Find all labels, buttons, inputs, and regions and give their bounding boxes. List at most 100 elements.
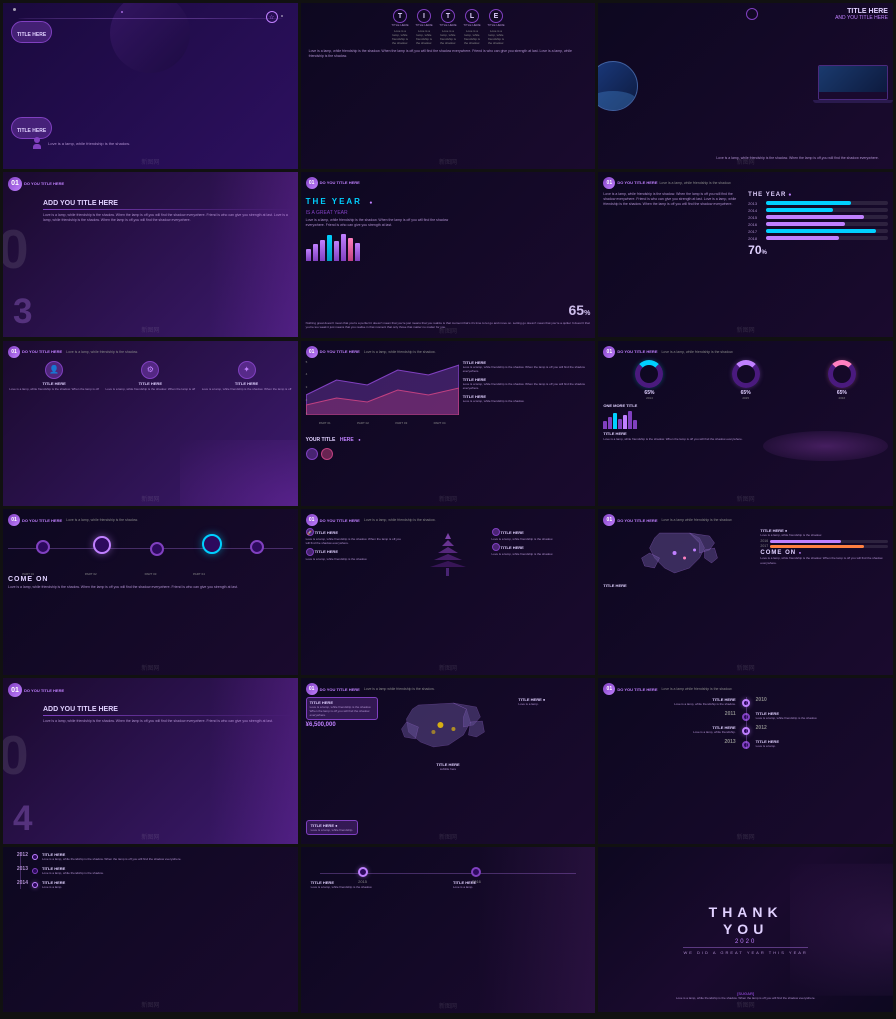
timeline-right-16: 2012 TITLE HERE Love is a lamp, while fr… bbox=[8, 852, 293, 890]
big-three: 3 bbox=[13, 292, 32, 332]
donut-2015: 65% 2015 bbox=[700, 360, 792, 400]
watermark-10: 新图网 bbox=[141, 663, 159, 672]
watermark-13: 新图网 bbox=[141, 832, 159, 841]
section-num-11: 01 DO YOU TITLE HERE Love is a lamp, whi… bbox=[306, 514, 591, 526]
slide-5: 01 DO YOU TITLE HERE THE YEAR ● IS A GRE… bbox=[301, 172, 596, 338]
watermark-17: 新图网 bbox=[439, 1001, 457, 1010]
right-items: TITLE HERE Love is a lamp, while friends… bbox=[492, 528, 591, 576]
watermark-5: 新图网 bbox=[439, 326, 457, 335]
section-badge-13: 01 DO YOU TITLE HERE bbox=[8, 683, 64, 697]
slide9-footer: TITLE HERE Love is a lamp, while friends… bbox=[603, 431, 888, 461]
tree-pyramid bbox=[408, 528, 487, 576]
slide-12: 01 DO YOU TITLE HERE Love is a lamp whil… bbox=[598, 509, 893, 675]
slide-11: 01 DO YOU TITLE HERE Love is a lamp, whi… bbox=[301, 509, 596, 675]
watermark-9: 新图网 bbox=[737, 494, 755, 503]
percent-65: 65% bbox=[569, 302, 591, 318]
slide14-right: TITLE HERE ● Love is a lamp. bbox=[518, 697, 590, 771]
slide3-titles: TITLE HERE AND YOU TITLE HERE bbox=[835, 8, 888, 21]
node-chart: PART 01 PART 02 PART 03 PART 04 bbox=[8, 528, 293, 568]
slide11-content: 🚀 TITLE HERE Love is a lamp, while frien… bbox=[306, 528, 591, 576]
watermark-7: 新图网 bbox=[141, 494, 159, 503]
star-2 bbox=[281, 15, 283, 17]
watermark-15: 新图网 bbox=[737, 832, 755, 841]
slide-14: 01 DO YOU TITLE HERE Love is a lamp whil… bbox=[301, 678, 596, 844]
progress-2014: 2014 bbox=[748, 208, 888, 213]
watermark-16: 新图网 bbox=[141, 1000, 159, 1009]
big-four: 4 bbox=[13, 799, 32, 839]
icon-item-1: 👤 TITLE HERE Love is a lamp, while frien… bbox=[8, 361, 100, 391]
icon-top-right: ☆ bbox=[266, 11, 278, 23]
wave-bg-7 bbox=[180, 440, 298, 506]
slide1-subtitle: Love is a lamp, while friendship is the … bbox=[48, 141, 293, 147]
donut-2016: 65% 2016 bbox=[796, 360, 888, 400]
slide14-layout: TITLE HERE Love is a lamp, while friends… bbox=[306, 697, 591, 771]
year-subtitle: IS A GREAT YEAR bbox=[306, 210, 591, 216]
slide12-content: TITLE HERE TITLE HERE ● Love is a lamp, … bbox=[603, 528, 888, 588]
progress-2017: 2017 bbox=[748, 229, 888, 234]
laptop-mockup bbox=[818, 65, 888, 107]
slide-9: 01 DO YOU TITLE HERE Love is a lamp, whi… bbox=[598, 341, 893, 507]
percent-70: 70% bbox=[748, 243, 888, 257]
person-icon-1 bbox=[33, 137, 41, 149]
progress-2016: 2016 bbox=[748, 222, 888, 227]
watermark-3: 新图网 bbox=[737, 157, 755, 166]
slide-10: 01 DO YOU TITLE HERE Love is a lamp, whi… bbox=[3, 509, 298, 675]
letter-row: T TITLE HERE Love is a lamp, while frien… bbox=[309, 9, 588, 45]
slide6-left: Love is a lamp, while friendship is the … bbox=[603, 192, 743, 257]
section-num-10: 01 DO YOU TITLE HERE Love is a lamp, whi… bbox=[8, 514, 293, 526]
title-pill-2: TITLE HERE bbox=[11, 117, 52, 139]
section-num-9: 01 DO YOU TITLE HERE Love is a lamp, whi… bbox=[603, 346, 888, 358]
slide8-right: TITLE HERE Love is a lamp, while friends… bbox=[463, 360, 591, 460]
section-num-15: 01 DO YOU TITLE HERE Love is a lamp whil… bbox=[603, 683, 888, 695]
watermark-6: 新图网 bbox=[737, 325, 755, 334]
watermark-11: 新图网 bbox=[439, 663, 457, 672]
donut-2014: 65% 2014 bbox=[603, 360, 695, 400]
wave-decor-17 bbox=[477, 847, 595, 1013]
slide-17: 2015 2016 TITLE HERE Love is a lamp, whi… bbox=[301, 847, 596, 1013]
slide-3: TITLE HERE AND YOU TITLE HERE Love is a … bbox=[598, 3, 893, 169]
slide6-content: Love is a lamp, while friendship is the … bbox=[603, 192, 888, 257]
slide-1: TITLE HERE TITLE HERE ☆ Love is a lamp, … bbox=[3, 3, 298, 169]
icon-item-3: ✦ TITLE HERE Love is a lamp, while frien… bbox=[200, 361, 292, 391]
slide-16: 2012 TITLE HERE Love is a lamp, while fr… bbox=[3, 847, 298, 1013]
left-items: 🚀 TITLE HERE Love is a lamp, while frien… bbox=[306, 528, 405, 576]
watermark-14: 新图网 bbox=[439, 832, 457, 841]
come-on-10: COME ON Love is a lamp, while friendship… bbox=[8, 576, 293, 590]
watermark-2: 新图网 bbox=[439, 157, 457, 166]
map-right: TITLE HERE ● Love is a lamp, while frien… bbox=[760, 528, 888, 588]
globe-circle bbox=[598, 61, 638, 111]
slide-8: 01 DO YOU TITLE HERE Love is a lamp, whi… bbox=[301, 341, 596, 507]
section-num-7: 01 DO YOU TITLE HERE Love is a lamp, whi… bbox=[8, 346, 293, 358]
progress-2015: 2015 bbox=[748, 215, 888, 220]
row-2: 0 3 01 DO YOU TITLE HERE ADD YOU TITLE H… bbox=[3, 172, 893, 338]
slide-15: 01 DO YOU TITLE HERE Love is a lamp whil… bbox=[598, 678, 893, 844]
watermark-1: 新图网 bbox=[141, 157, 159, 166]
thank-you-footer: [SUGAR] Love is a lamp, while friendship… bbox=[603, 991, 888, 1000]
icon-item-2: ⚙ TITLE HERE Love is a lamp, while frien… bbox=[104, 361, 196, 391]
section-num-6: 01 DO YOU TITLE HERE Love is a lamp, whi… bbox=[603, 177, 888, 189]
planet-decoration bbox=[110, 3, 190, 73]
one-more-section: ONE MORE TITLE bbox=[603, 403, 888, 429]
title-pill-1: TITLE HERE bbox=[11, 21, 52, 43]
row-6: 2012 TITLE HERE Love is a lamp, while fr… bbox=[3, 847, 893, 1013]
bar-chart bbox=[306, 231, 591, 261]
big-zero-13: 0 bbox=[3, 728, 29, 783]
title-text-2: TITLE HERE bbox=[17, 128, 46, 134]
year-title: THE YEAR ● bbox=[306, 191, 591, 209]
slide2-footer: Love is a lamp, while friendship is the … bbox=[309, 49, 588, 60]
slide8-content: 5 4 3 2 1 PART 01 PART 02 PART 03 PART 0… bbox=[306, 360, 591, 460]
slide14-map: TITLE HERE subtitle here bbox=[381, 697, 516, 771]
row-3: 01 DO YOU TITLE HERE Love is a lamp, whi… bbox=[3, 341, 893, 507]
big-zero: 0 bbox=[3, 222, 29, 277]
section-num-5: 01 DO YOU TITLE HERE bbox=[306, 177, 591, 189]
progress-2018: 2018 bbox=[748, 236, 888, 241]
wave-decor bbox=[209, 172, 297, 338]
area-chart: 5 4 3 2 1 PART 01 PART 02 PART 03 PART 0… bbox=[306, 360, 459, 460]
slide-7: 01 DO YOU TITLE HERE Love is a lamp, whi… bbox=[3, 341, 298, 507]
star-1 bbox=[13, 8, 16, 11]
slide-13: 0 4 01 DO YOU TITLE HERE ADD YOU TITLE H… bbox=[3, 678, 298, 844]
row-4: 01 DO YOU TITLE HERE Love is a lamp, whi… bbox=[3, 509, 893, 675]
slide-4: 0 3 01 DO YOU TITLE HERE ADD YOU TITLE H… bbox=[3, 172, 298, 338]
donuts-row: 65% 2014 65% 2015 65% 2016 bbox=[603, 360, 888, 400]
slide14-left: TITLE HERE Love is a lamp, while friends… bbox=[306, 697, 378, 771]
